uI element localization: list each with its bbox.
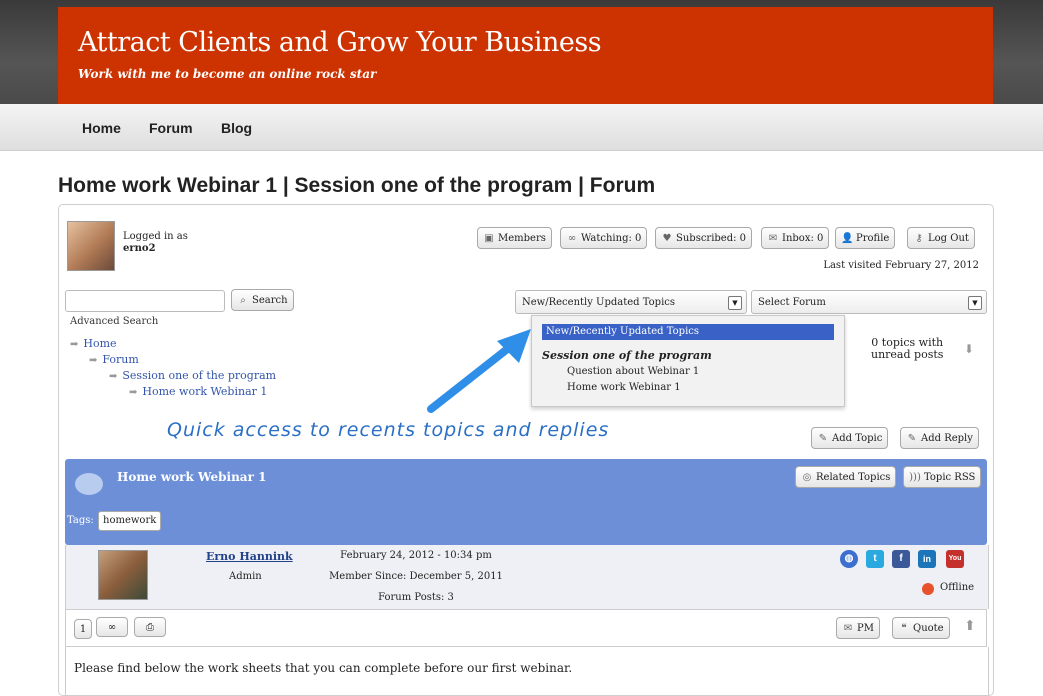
linkedin-icon[interactable]: in	[918, 550, 936, 568]
breadcrumb-home[interactable]: ➡ Home	[70, 337, 117, 350]
login-status: Logged in as erno2	[123, 231, 188, 255]
post-header: Erno Hannink Admin February 24, 2012 - 1…	[65, 545, 989, 609]
chevron-down-icon: ▼	[728, 296, 742, 310]
person-icon: 👤	[841, 233, 854, 244]
topic-rss-button[interactable]: ))) Topic RSS	[903, 466, 982, 488]
tag-homework[interactable]: homework	[98, 511, 162, 531]
facebook-icon[interactable]: f	[892, 550, 910, 568]
recent-topics-dropdown: New/Recently Updated Topics Session one …	[531, 315, 845, 407]
watching-button[interactable]: ∞ Watching: 0	[560, 227, 648, 249]
site-header: Attract Clients and Grow Your Business W…	[58, 7, 993, 104]
quote-icon: ❝	[901, 623, 907, 634]
add-reply-icon: ✎	[907, 433, 917, 444]
member-since: Member Since: December 5, 2011	[329, 571, 503, 582]
arrow-icon: ➡	[70, 339, 79, 350]
forum-select[interactable]: Select Forum ▼	[751, 290, 987, 314]
post-number[interactable]: 1	[74, 619, 92, 639]
arrow-icon: ➡	[89, 355, 98, 366]
heart-icon: ♥	[662, 233, 672, 244]
members-icon: ▣	[484, 233, 494, 244]
site-tagline: Work with me to become an online rock st…	[78, 67, 377, 81]
twitter-icon[interactable]: t	[866, 550, 884, 568]
site-title[interactable]: Attract Clients and Grow Your Business	[78, 27, 602, 58]
last-visited: Last visited February 27, 2012	[823, 260, 979, 271]
envelope-icon: ✉	[768, 233, 778, 244]
quote-button[interactable]: ❝ Quote	[892, 617, 950, 639]
post-text: Please find below the work sheets that y…	[74, 661, 573, 675]
nav-forum[interactable]: Forum	[149, 120, 193, 136]
logged-in-label: Logged in as	[123, 231, 188, 242]
breadcrumb-forum[interactable]: ➡ Forum	[89, 353, 139, 366]
post-author[interactable]: Erno Hannink	[206, 550, 293, 563]
inbox-button[interactable]: ✉ Inbox: 0	[761, 227, 830, 249]
page-title: Home work Webinar 1 | Session one of the…	[58, 174, 656, 197]
author-avatar	[98, 550, 148, 600]
nav-home[interactable]: Home	[82, 120, 121, 136]
breadcrumb-topic[interactable]: ➡ Home work Webinar 1	[129, 385, 267, 398]
tags-label: Tags:	[67, 515, 94, 526]
breadcrumb-session[interactable]: ➡ Session one of the program	[109, 369, 276, 382]
related-icon: ◎	[802, 472, 812, 483]
speech-bubble-icon	[75, 473, 103, 495]
callout-arrow-icon	[427, 329, 531, 413]
subscribed-button[interactable]: ♥ Subscribed: 0	[655, 227, 753, 249]
logout-button[interactable]: ⚷ Log Out	[907, 227, 975, 249]
post-body: Please find below the work sheets that y…	[65, 647, 989, 695]
profile-button[interactable]: 👤 Profile	[835, 227, 896, 249]
post-role: Admin	[229, 571, 262, 582]
add-topic-icon: ✎	[818, 433, 828, 444]
forum-container: Logged in as erno2 ▣ Members ∞ Watching: 0…	[58, 204, 994, 696]
username: erno2	[123, 243, 156, 254]
dropdown-option[interactable]: Question about Webinar 1	[567, 366, 699, 377]
main-nav: Home Forum Blog	[0, 104, 1043, 151]
globe-icon[interactable]: ◍	[840, 550, 858, 568]
related-topics-button[interactable]: ◎ Related Topics	[795, 466, 897, 488]
arrow-up-icon[interactable]: ⬆	[964, 618, 976, 634]
add-topic-button[interactable]: ✎ Add Topic	[811, 427, 889, 449]
chevron-down-icon: ▼	[968, 296, 982, 310]
permalink-icon[interactable]: ∞	[96, 617, 128, 637]
dropdown-option-selected[interactable]: New/Recently Updated Topics	[542, 324, 834, 340]
dropdown-option[interactable]: Home work Webinar 1	[567, 382, 681, 393]
unread-topics-count: 0 topics with unread posts	[871, 336, 944, 361]
members-button[interactable]: ▣ Members	[477, 227, 552, 249]
arrow-down-icon[interactable]: ⬇	[964, 342, 974, 356]
search-input[interactable]	[65, 290, 225, 312]
rss-icon: )))	[909, 472, 921, 483]
dropdown-group-label: Session one of the program	[542, 349, 712, 362]
pm-icon: ✉	[843, 623, 853, 634]
nav-blog[interactable]: Blog	[221, 120, 252, 136]
arrow-icon: ➡	[109, 371, 118, 382]
topic-title: Home work Webinar 1	[117, 470, 267, 484]
search-button[interactable]: ⌕ Search	[231, 289, 294, 311]
magnifier-icon: ⌕	[240, 295, 246, 306]
youtube-icon[interactable]: You	[946, 550, 964, 568]
topic-header: Home work Webinar 1 ◎ Related Topics ))) T…	[65, 459, 987, 545]
recent-topics-select[interactable]: New/Recently Updated Topics ▼	[515, 290, 747, 314]
print-icon[interactable]: ⎙	[134, 617, 166, 637]
post-toolbar: 1 ∞ ⎙ ✉ PM ❝ Quote ⬆	[65, 609, 987, 647]
advanced-search-link[interactable]: Advanced Search	[70, 316, 158, 327]
status-badge: Offline	[940, 582, 975, 593]
pm-button[interactable]: ✉ PM	[836, 617, 880, 639]
binoculars-icon: ∞	[567, 233, 577, 244]
post-date: February 24, 2012 - 10:34 pm	[340, 550, 492, 561]
add-reply-button[interactable]: ✎ Add Reply	[900, 427, 979, 449]
key-icon: ⚷	[915, 233, 923, 244]
arrow-icon: ➡	[129, 387, 138, 398]
annotation-text: Quick access to recents topics and repli…	[167, 419, 610, 441]
user-avatar	[67, 221, 115, 271]
status-dot-icon	[922, 583, 934, 595]
forum-posts: Forum Posts: 3	[378, 592, 454, 603]
